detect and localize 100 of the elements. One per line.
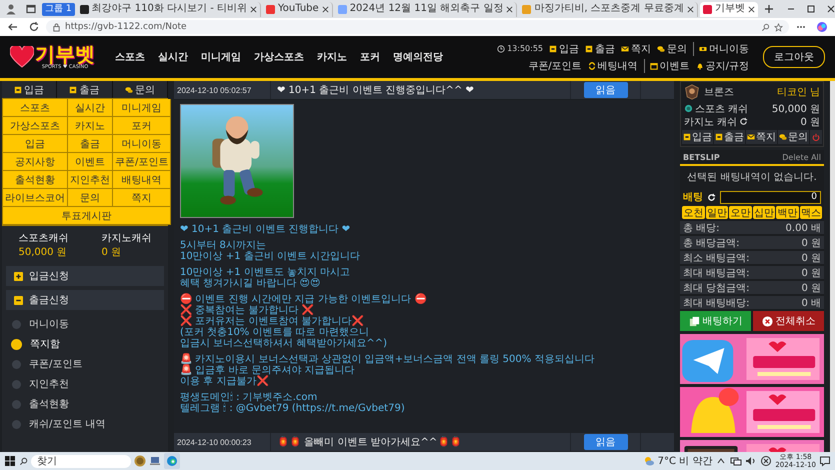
nav-link[interactable]: 카지노: [317, 50, 347, 64]
browser-tab[interactable]: 기부벳: [700, 2, 758, 16]
menu-tile[interactable]: 실시간: [68, 99, 113, 117]
refresh-icon[interactable]: [739, 117, 748, 126]
account-button[interactable]: 입금: [682, 130, 713, 144]
close-icon[interactable]: [748, 6, 755, 12]
plus-icon[interactable]: [14, 272, 23, 280]
menu-tile[interactable]: 공지사항: [3, 153, 68, 171]
search-icon[interactable]: [761, 22, 770, 32]
nav-link[interactable]: 실시간: [158, 50, 188, 64]
star-icon[interactable]: [774, 22, 783, 32]
edge-browser-icon[interactable]: [164, 453, 180, 469]
amount-chip[interactable]: 맥스: [800, 206, 822, 219]
header-link[interactable]: 출금: [595, 42, 615, 56]
menu-tile[interactable]: 가상스포츠: [3, 117, 68, 135]
amount-chip[interactable]: 오만: [729, 206, 752, 219]
read-button[interactable]: 읽음: [584, 434, 628, 450]
menu-tile[interactable]: 출금: [68, 135, 113, 153]
message-row[interactable]: 2024-12-10 05:02:57 ❤ 10+1 출근비 이벤트 진행중입니다^^ ❤ 읽음: [174, 81, 674, 100]
heart-logo-icon[interactable]: [10, 46, 34, 68]
search-icon[interactable]: [19, 456, 28, 466]
laptop-icon[interactable]: [149, 455, 161, 467]
header-link[interactable]: 쪽지: [631, 42, 651, 56]
close-icon[interactable]: [250, 6, 258, 12]
power-button[interactable]: [810, 130, 822, 144]
nav-link[interactable]: 명예의전당: [393, 50, 443, 64]
amount-chip[interactable]: 백만: [776, 206, 798, 219]
menu-tile[interactable]: 카지노: [68, 117, 113, 135]
header-link[interactable]: 문의: [667, 42, 687, 56]
taskbar-search-field[interactable]: 찾기: [31, 454, 131, 468]
menu-tile[interactable]: 이벤트: [68, 153, 113, 171]
notification-icon[interactable]: [819, 455, 831, 467]
menu-tile[interactable]: 지인추천: [68, 171, 113, 189]
cancel-all-button[interactable]: 전체취소: [753, 311, 824, 331]
windows-start-icon[interactable]: [4, 455, 16, 467]
amount-chip[interactable]: 일만: [706, 206, 728, 219]
amount-chip[interactable]: 십만: [752, 206, 775, 219]
menu-tile[interactable]: 쿠폰/포인트: [113, 153, 172, 171]
header-link[interactable]: 베팅내역: [598, 58, 638, 72]
header-link[interactable]: 머니이동: [709, 42, 749, 56]
submenu-item[interactable]: 지인추천: [12, 374, 164, 394]
copilot-icon[interactable]: [816, 21, 828, 33]
submenu-item[interactable]: 쿠폰/포인트: [12, 354, 164, 374]
place-bet-button[interactable]: 배팅하기: [680, 311, 751, 331]
menu-tile[interactable]: 스포츠: [3, 99, 68, 117]
amount-chip[interactable]: 오천: [682, 206, 704, 219]
menu-tile[interactable]: 투표게시판: [3, 207, 172, 225]
submenu-item[interactable]: 쪽지함: [12, 334, 164, 354]
menu-tile[interactable]: 라이브스코어: [3, 189, 68, 207]
account-button[interactable]: 문의: [778, 130, 809, 144]
logout-button[interactable]: 로그아웃: [763, 46, 825, 68]
muted-icon[interactable]: [760, 455, 772, 467]
submenu-item[interactable]: 머니이동: [12, 314, 164, 334]
volume-icon[interactable]: [745, 455, 758, 467]
menu-tile[interactable]: 쪽지: [113, 189, 172, 207]
reload-icon[interactable]: [28, 21, 40, 33]
account-button[interactable]: 쪽지: [746, 130, 777, 144]
back-icon[interactable]: [7, 21, 19, 33]
close-icon[interactable]: [824, 3, 835, 15]
read-button[interactable]: 읽음: [584, 82, 628, 98]
header-link[interactable]: 이벤트: [660, 58, 690, 72]
tab-group-label[interactable]: 그룹 1: [42, 2, 75, 16]
maximize-icon[interactable]: [804, 3, 817, 15]
menu-tile[interactable]: 미니게임: [113, 99, 172, 117]
nav-link[interactable]: 스포츠: [115, 50, 145, 64]
nav-link[interactable]: 가상스포츠: [254, 50, 304, 64]
nav-link[interactable]: 포커: [360, 50, 380, 64]
message-row[interactable]: 2024-12-10 00:00:23 🏮🏮 올빼미 이벤트 받아가세요^^🏮🏮 읽음: [174, 433, 674, 452]
bet-amount-field[interactable]: 0: [720, 190, 821, 204]
network-icon[interactable]: [730, 455, 742, 467]
address-field[interactable]: https://gvb-1122.com/Note: [46, 20, 789, 34]
header-link[interactable]: 쿠폰/포인트: [528, 58, 582, 72]
section-header[interactable]: 입금신청: [6, 266, 164, 286]
submenu-item[interactable]: 캐쉬/포인트 내역: [12, 414, 164, 434]
menu-tile[interactable]: 입금: [3, 135, 68, 153]
close-icon[interactable]: [322, 6, 329, 12]
account-button[interactable]: 출금: [714, 130, 745, 144]
browser-tab[interactable]: 2024년 12월 11일 해외축구 일정: [334, 2, 518, 16]
scrollbar[interactable]: [830, 81, 835, 452]
browser-tab[interactable]: 최강야구 110화 다시보기 - 티비위: [76, 2, 262, 16]
logo-text[interactable]: 기부벳: [35, 44, 95, 64]
weather-text[interactable]: 7°C 비 약간: [658, 454, 712, 468]
menu-tile[interactable]: 포커: [113, 117, 172, 135]
section-header[interactable]: 출금신청: [6, 290, 164, 310]
profile-icon[interactable]: [5, 3, 17, 15]
browser-tab[interactable]: YouTube: [263, 2, 333, 16]
close-icon[interactable]: [506, 6, 514, 12]
menu-tile[interactable]: 문의: [68, 189, 113, 207]
submenu-item[interactable]: 출석현황: [12, 394, 164, 414]
minus-icon[interactable]: [14, 296, 23, 304]
menu-tile[interactable]: 출석현황: [3, 171, 68, 189]
tab-actions-icon[interactable]: [25, 3, 37, 15]
browser-tab[interactable]: 마징가티비, 스포츠중계 무료중계: [519, 2, 698, 16]
menu-tile[interactable]: 배팅내역: [113, 171, 172, 189]
coin-icon[interactable]: [134, 455, 146, 467]
header-link[interactable]: 공지/규정: [706, 58, 749, 72]
close-icon[interactable]: [686, 6, 694, 12]
delete-all-link[interactable]: Delete All: [782, 152, 821, 162]
header-link[interactable]: 입금: [559, 42, 579, 56]
new-tab-icon[interactable]: [762, 3, 775, 15]
